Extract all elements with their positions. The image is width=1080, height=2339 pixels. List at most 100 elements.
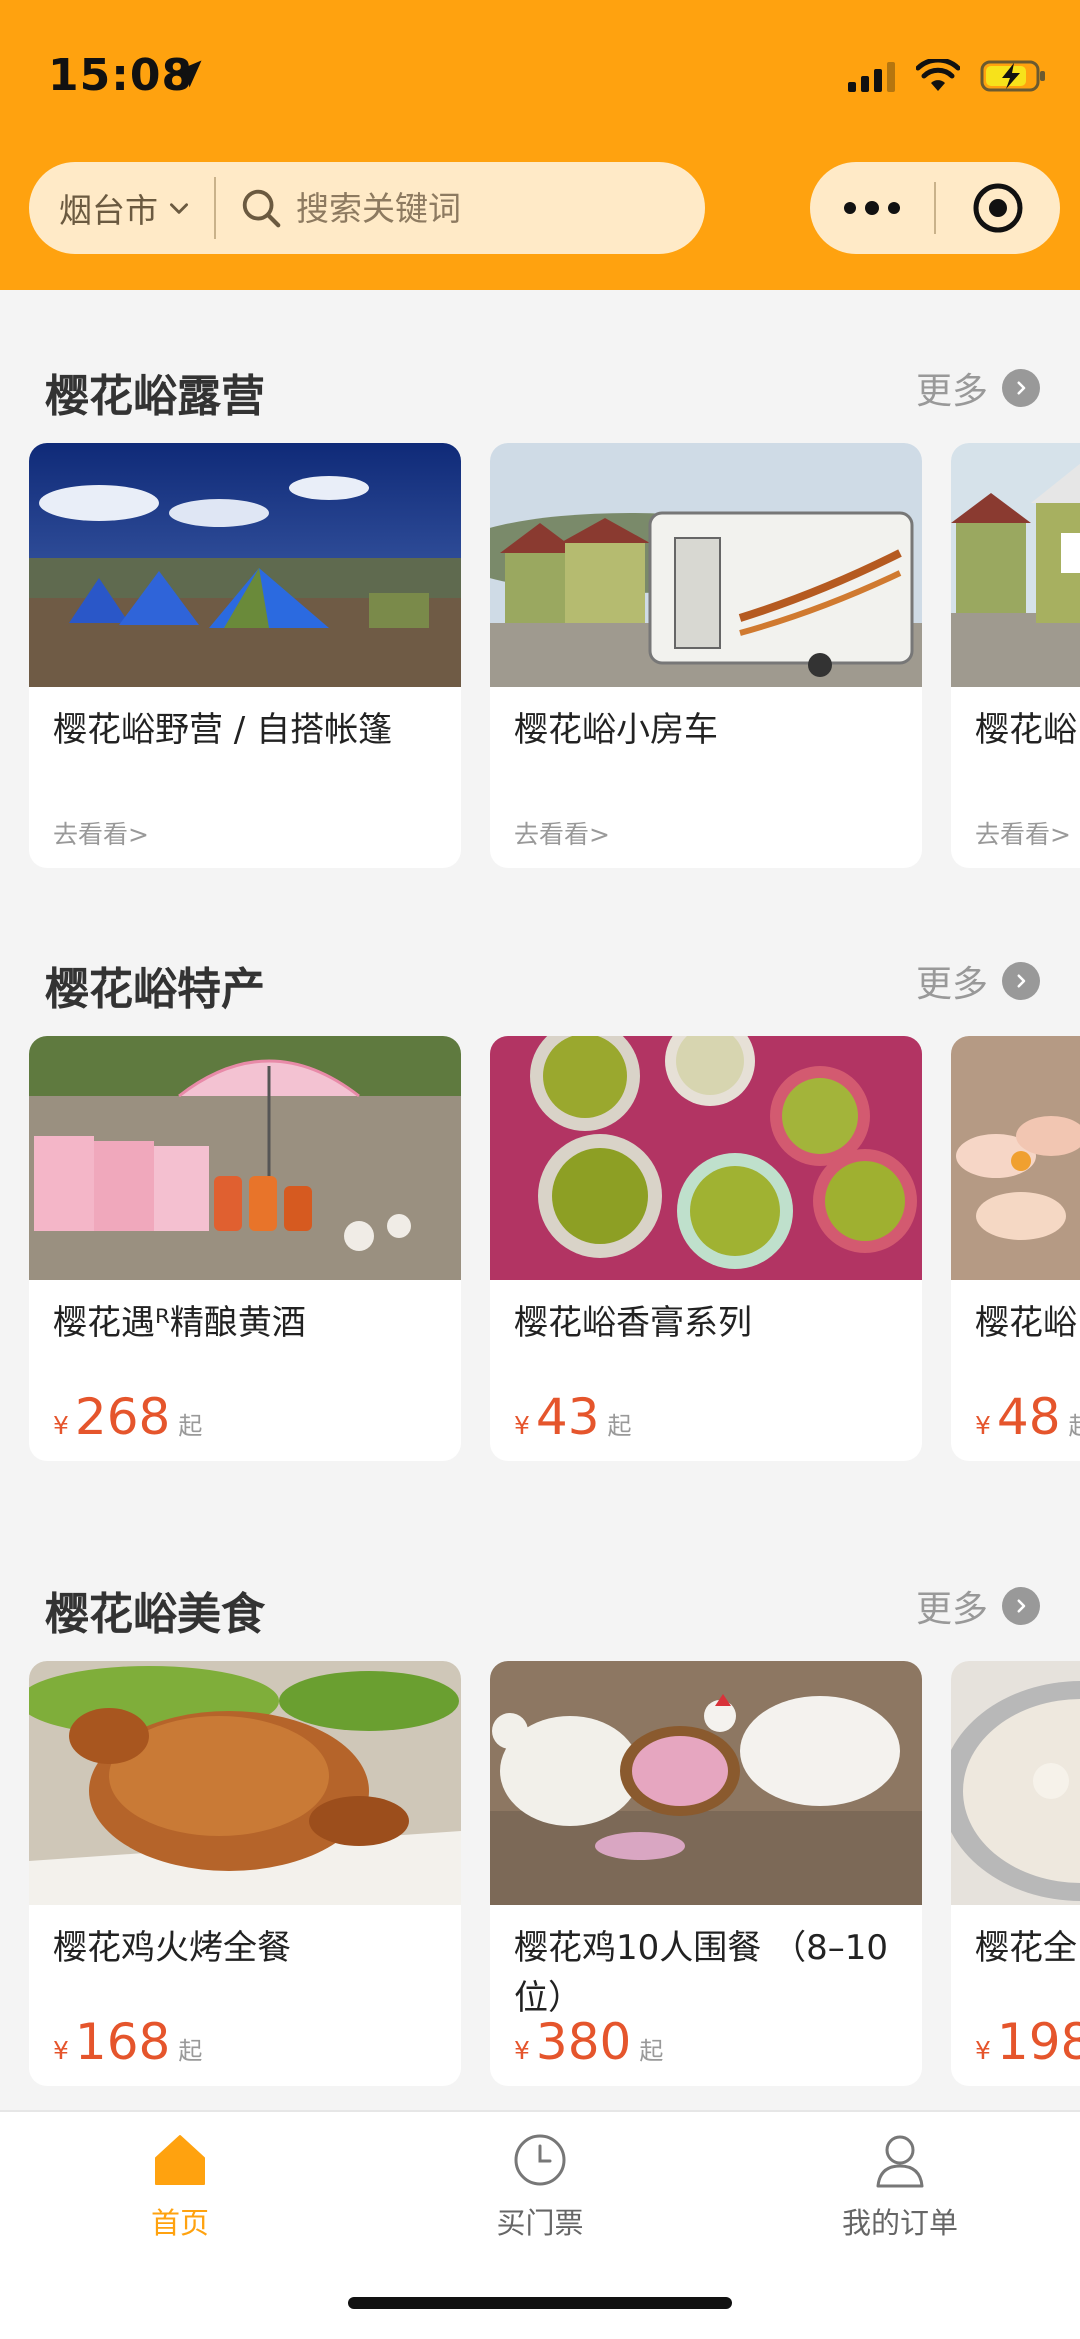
card-title: 樱花鸡10人围餐 （8–10位）	[514, 1928, 888, 2018]
price-value: 380	[535, 2013, 632, 2071]
price: ¥ 268 起	[53, 1388, 202, 1446]
section-header: 樱花峪特产 更多	[0, 941, 1080, 1021]
price-suffix: 起	[639, 2037, 664, 2065]
product-card[interactable]: 樱花峪香膏系列 ¥ 43 起	[490, 1036, 922, 1461]
card-image	[29, 1036, 461, 1280]
product-card[interactable]: 樱花鸡火烤全餐 ¥ 168 起	[29, 1661, 461, 2086]
chevron-right-icon	[1002, 1587, 1040, 1625]
product-card[interactable]: 樱花峪野营 / 自搭帐篷 去看看>	[29, 443, 461, 868]
product-card[interactable]: 樱花遇ᴿ精酿黄酒 ¥ 268 起	[29, 1036, 461, 1461]
main-content: 樱花峪露营 更多 樱花峪野营 / 自搭帐篷 去看看> 樱花峪小房车 去看看> 樱…	[0, 290, 1080, 2110]
home-indicator[interactable]	[348, 2297, 732, 2309]
card-image	[29, 1661, 461, 1905]
more-button[interactable]: 更多	[916, 362, 1040, 414]
tab-my-orders[interactable]: 我的订单	[800, 2130, 1000, 2242]
more-label: 更多	[915, 1589, 988, 1630]
card-row: 樱花鸡火烤全餐 ¥ 168 起 樱花鸡10人围餐 （8–10位） ¥ 380 起…	[0, 1661, 1080, 2091]
search-icon	[242, 189, 281, 228]
section-header: 樱花峪露营 更多	[0, 348, 1080, 428]
currency-symbol: ¥	[53, 2036, 69, 2065]
card-image	[490, 443, 922, 687]
tab-label: 买门票	[496, 2206, 584, 2240]
card-title: 樱花全	[975, 1928, 1077, 1968]
chevron-right-icon	[1002, 369, 1040, 407]
price-value: 198	[996, 2013, 1080, 2071]
card-image	[490, 1036, 922, 1280]
product-card[interactable]: 樱花峪小房车 去看看>	[490, 443, 922, 868]
price-suffix: 起	[178, 2037, 203, 2065]
tab-home[interactable]: 首页	[80, 2130, 280, 2242]
user-icon	[876, 2135, 924, 2188]
card-image	[951, 1661, 1080, 1905]
card-link[interactable]: 去看看>	[975, 815, 1071, 851]
price-value: 168	[74, 2013, 171, 2071]
card-title: 樱花峪	[975, 710, 1077, 750]
price: ¥ 198 起	[975, 2013, 1080, 2071]
card-image	[951, 1036, 1080, 1280]
price: ¥ 168 起	[53, 2013, 202, 2071]
card-title: 樱花峪小房车	[514, 710, 718, 750]
card-image	[951, 443, 1080, 687]
price-value: 268	[74, 1388, 171, 1446]
more-button[interactable]: 更多	[916, 1580, 1040, 1632]
home-icon	[155, 2135, 205, 2185]
card-row: 樱花峪野营 / 自搭帐篷 去看看> 樱花峪小房车 去看看> 樱花峪 去看看>	[0, 443, 1080, 873]
clock-icon	[514, 2134, 566, 2186]
search-bar: 烟台市	[29, 162, 705, 254]
price: ¥ 43 起	[514, 1388, 632, 1446]
close-miniapp-button[interactable]	[936, 162, 1060, 254]
status-bar: 15:08	[0, 0, 1080, 150]
miniapp-capsule	[810, 162, 1060, 254]
section-title: 樱花峪特产	[45, 964, 265, 1015]
section-header: 樱花峪美食 更多	[0, 1566, 1080, 1646]
product-card[interactable]: 樱花鸡10人围餐 （8–10位） ¥ 380 起	[490, 1661, 922, 2086]
more-options-button[interactable]	[810, 162, 934, 254]
price: ¥ 380 起	[514, 2013, 663, 2071]
divider	[214, 177, 216, 239]
more-label: 更多	[915, 964, 988, 1005]
price-value: 48	[996, 1388, 1061, 1446]
card-title: 樱花峪	[975, 1303, 1077, 1343]
battery-charging-icon	[980, 60, 1045, 92]
card-title: 樱花遇ᴿ精酿黄酒	[53, 1303, 306, 1343]
product-card[interactable]: 樱花峪 去看看>	[951, 443, 1080, 868]
more-label: 更多	[915, 371, 988, 412]
wifi-icon	[916, 59, 960, 91]
search-input[interactable]	[296, 188, 676, 228]
price-suffix: 起	[1069, 1406, 1080, 1441]
card-title: 樱花鸡火烤全餐	[53, 1928, 291, 1968]
card-title: 樱花峪野营 / 自搭帐篷	[53, 710, 393, 750]
city-selector[interactable]: 烟台市	[29, 162, 192, 254]
section-title: 樱花峪露营	[45, 371, 265, 422]
status-indicators	[848, 56, 1046, 96]
card-row: 樱花遇ᴿ精酿黄酒 ¥ 268 起 樱花峪香膏系列 ¥ 43 起 樱花峪 ¥ 48	[0, 1036, 1080, 1466]
price-suffix: 起	[607, 1412, 632, 1440]
price-value: 43	[535, 1388, 600, 1446]
currency-symbol: ¥	[975, 2036, 991, 2065]
price: ¥ 48 起	[975, 1388, 1080, 1446]
more-dots-icon	[844, 201, 900, 215]
section-title: 樱花峪美食	[45, 1589, 265, 1640]
tab-label: 我的订单	[841, 2206, 958, 2240]
product-card[interactable]: 樱花全 ¥ 198 起	[951, 1661, 1080, 2086]
currency-symbol: ¥	[53, 1411, 69, 1440]
price-suffix: 起	[178, 1412, 203, 1440]
chevron-down-icon	[170, 203, 188, 214]
card-image	[490, 1661, 922, 1905]
card-link[interactable]: 去看看>	[514, 815, 610, 851]
tab-buy-tickets[interactable]: 买门票	[440, 2130, 640, 2242]
target-icon	[973, 183, 1023, 233]
chevron-right-icon	[1002, 962, 1040, 1000]
currency-symbol: ¥	[514, 2036, 530, 2065]
app-header: 15:08 烟台市	[0, 0, 1080, 290]
more-button[interactable]: 更多	[916, 955, 1040, 1007]
currency-symbol: ¥	[514, 1411, 530, 1440]
product-card[interactable]: 樱花峪 ¥ 48 起	[951, 1036, 1080, 1461]
signal-icon	[848, 62, 895, 92]
card-image	[29, 443, 461, 687]
city-label: 烟台市	[59, 191, 158, 230]
card-link[interactable]: 去看看>	[53, 815, 149, 851]
location-arrow-icon	[174, 60, 202, 88]
currency-symbol: ¥	[975, 1411, 991, 1440]
tab-label: 首页	[150, 2206, 209, 2240]
